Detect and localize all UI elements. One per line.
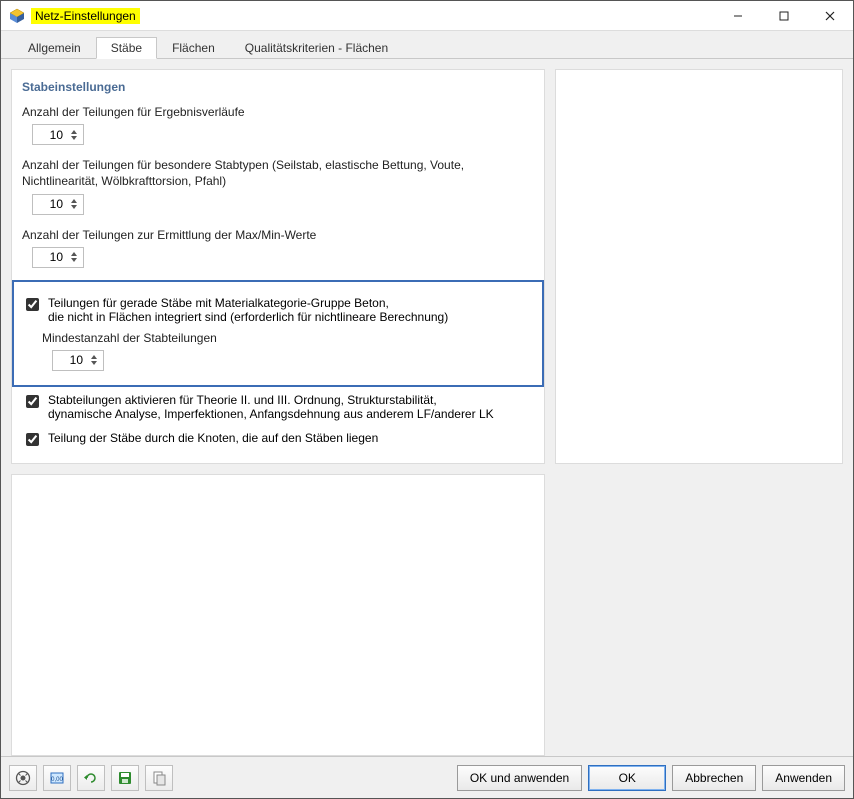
min-divisions-input[interactable]: [53, 352, 87, 368]
units-button[interactable]: 0,00: [43, 765, 71, 791]
chevron-up-icon[interactable]: [71, 199, 77, 203]
activate-divisions-label: Stabteilungen aktivieren für Theorie II.…: [48, 393, 494, 421]
min-divisions-spinner[interactable]: [52, 350, 104, 371]
apply-button[interactable]: Anwenden: [762, 765, 845, 791]
section-title: Stabeinstellungen: [22, 80, 534, 94]
save-default-button[interactable]: [111, 765, 139, 791]
tab-flaechen[interactable]: Flächen: [157, 36, 230, 58]
divisions-special-spinner[interactable]: [32, 194, 84, 215]
reset-button[interactable]: [77, 765, 105, 791]
chevron-down-icon[interactable]: [71, 136, 77, 140]
chevron-down-icon[interactable]: [91, 361, 97, 365]
footer: 0,00 OK und anwenden OK Abbrechen Anwend…: [1, 756, 853, 798]
divide-by-nodes-label: Teilung der Stäbe durch die Knoten, die …: [48, 431, 378, 445]
divisions-maxmin-label: Anzahl der Teilungen zur Ermittlung der …: [22, 227, 534, 243]
divisions-maxmin-input[interactable]: [33, 249, 67, 265]
divisions-special-label: Anzahl der Teilungen für besondere Stabt…: [22, 157, 502, 189]
concrete-divisions-checkbox[interactable]: [26, 298, 39, 311]
chevron-up-icon[interactable]: [71, 130, 77, 134]
tab-allgemein[interactable]: Allgemein: [13, 36, 96, 58]
dialog-window: Netz-Einstellungen Allgemein Stäbe Fläch…: [0, 0, 854, 799]
activate-divisions-checkbox[interactable]: [26, 395, 39, 408]
chevron-down-icon[interactable]: [71, 258, 77, 262]
titlebar: Netz-Einstellungen: [1, 1, 853, 31]
chevron-up-icon[interactable]: [71, 252, 77, 256]
lower-panel: [11, 474, 545, 756]
highlighted-option: Teilungen für gerade Stäbe mit Materialk…: [12, 280, 544, 387]
min-divisions-label: Mindestanzahl der Stabteilungen: [42, 330, 534, 346]
divisions-results-input[interactable]: [33, 127, 67, 143]
divisions-results-spinner[interactable]: [32, 124, 84, 145]
chevron-down-icon[interactable]: [71, 205, 77, 209]
preview-panel: [555, 69, 843, 464]
ok-button[interactable]: OK: [588, 765, 666, 791]
help-button[interactable]: [9, 765, 37, 791]
app-icon: [9, 8, 25, 24]
concrete-divisions-label: Teilungen für gerade Stäbe mit Materialk…: [48, 296, 448, 324]
divisions-special-input[interactable]: [33, 196, 67, 212]
clipboard-button[interactable]: [145, 765, 173, 791]
dialog-body: Stabeinstellungen Anzahl der Teilungen f…: [1, 59, 853, 756]
chevron-up-icon[interactable]: [91, 355, 97, 359]
divisions-maxmin-spinner[interactable]: [32, 247, 84, 268]
close-button[interactable]: [807, 1, 853, 31]
ok-and-apply-button[interactable]: OK und anwenden: [457, 765, 582, 791]
divide-by-nodes-checkbox[interactable]: [26, 433, 39, 446]
minimize-button[interactable]: [715, 1, 761, 31]
svg-text:0,00: 0,00: [51, 777, 63, 783]
maximize-button[interactable]: [761, 1, 807, 31]
window-title: Netz-Einstellungen: [31, 8, 140, 24]
tab-qualitaet[interactable]: Qualitätskriterien - Flächen: [230, 36, 403, 58]
lower-spacer: [555, 474, 843, 756]
tabbar: Allgemein Stäbe Flächen Qualitätskriteri…: [1, 31, 853, 59]
settings-panel: Stabeinstellungen Anzahl der Teilungen f…: [11, 69, 545, 464]
tab-staebe[interactable]: Stäbe: [96, 37, 157, 59]
divisions-results-label: Anzahl der Teilungen für Ergebnisverläuf…: [22, 104, 534, 120]
cancel-button[interactable]: Abbrechen: [672, 765, 756, 791]
